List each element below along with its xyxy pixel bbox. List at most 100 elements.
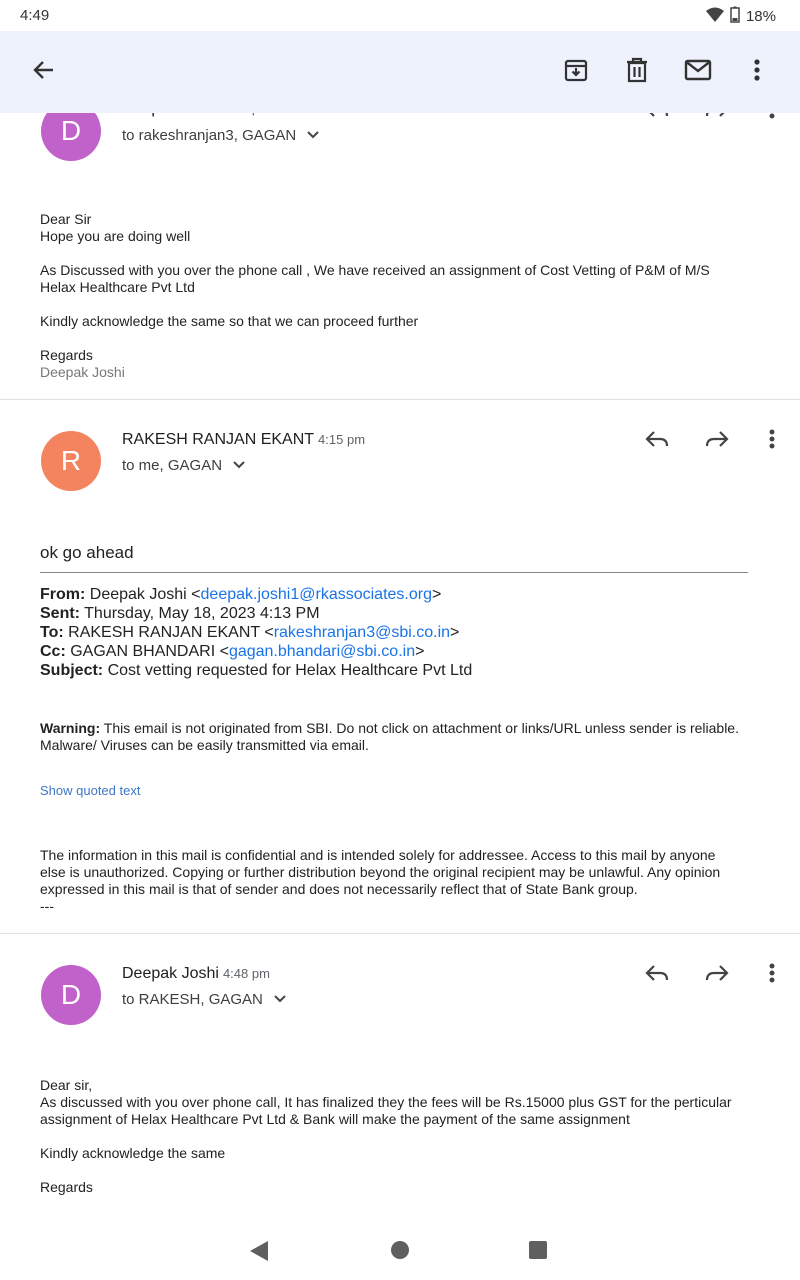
wifi-icon <box>705 7 724 27</box>
sender-label: Deepak Joshi <box>122 965 219 982</box>
more-vert-icon <box>769 429 775 454</box>
recipients-toggle[interactable]: to RAKESH, GAGAN <box>122 991 287 1008</box>
more-vert-icon <box>754 58 760 86</box>
from-end: > <box>432 586 442 603</box>
reply-text: ok go ahead <box>40 543 134 562</box>
top-app-bar <box>0 31 800 113</box>
quoted-from: From: Deepak Joshi <deepak.joshi1@rkasso… <box>40 585 760 604</box>
disclaimer-line: expressed in this mail is that of sender… <box>40 881 638 897</box>
chevron-down-icon <box>232 457 246 474</box>
nav-home-button[interactable] <box>390 1240 410 1265</box>
to-label: To: <box>40 624 64 641</box>
archive-button[interactable] <box>558 54 594 90</box>
message-divider <box>0 399 800 400</box>
from-label: From: <box>40 586 86 603</box>
status-time: 4:49 <box>20 7 50 24</box>
avatar: R <box>41 431 101 491</box>
message-more-button[interactable] <box>752 955 792 995</box>
avatar: D <box>41 965 101 1025</box>
battery-level: 18% <box>745 8 776 25</box>
disclaimer-line: The information in this mail is confiden… <box>40 847 716 863</box>
warning-line: Malware/ Viruses can be easily transmitt… <box>40 737 369 753</box>
warning-line: Warning: This email is not originated fr… <box>40 720 760 737</box>
quoted-subject: Subject: Cost vetting requested for Hela… <box>40 661 760 680</box>
body-line: Regards <box>40 347 93 363</box>
cc-name: GAGAN BHANDARI < <box>70 643 229 660</box>
recipients-toggle[interactable]: to me, GAGAN <box>122 457 246 474</box>
back-button[interactable] <box>26 54 62 90</box>
body-line: Dear sir, <box>40 1077 93 1093</box>
nav-back-button[interactable] <box>248 1240 270 1267</box>
subject-value: Cost vetting requested for Helax Healthc… <box>107 662 473 679</box>
body-line: Hope you are doing well <box>40 228 191 244</box>
recipients-label: to rakeshranjan3, GAGAN <box>122 127 297 144</box>
forward-icon <box>704 963 730 988</box>
from-name: Deepak Joshi < <box>89 586 201 603</box>
reply-icon <box>644 429 670 454</box>
battery-icon <box>730 6 740 27</box>
body-line: Kindly acknowledge the same so that we c… <box>40 313 419 329</box>
cc-end: > <box>415 643 425 660</box>
recipients-label: to me, GAGAN <box>122 457 223 474</box>
reply-button[interactable] <box>637 955 677 995</box>
message-divider <box>0 933 800 934</box>
reply-button[interactable] <box>637 421 677 461</box>
arrow-back-icon <box>32 58 56 87</box>
body-line: Helax Healthcare Pvt Ltd <box>40 279 195 295</box>
body-line: As Discussed with you over the phone cal… <box>40 262 710 278</box>
to-end: > <box>450 624 460 641</box>
to-email-link[interactable]: rakeshranjan3@sbi.co.in <box>274 624 450 641</box>
warning-label: Warning: <box>40 720 101 736</box>
archive-icon <box>563 57 589 88</box>
delete-button[interactable] <box>619 54 655 90</box>
more-vert-icon <box>769 963 775 988</box>
disclaimer-line: --- <box>40 898 54 914</box>
circle-home-icon <box>390 1241 410 1264</box>
message-actions <box>637 955 792 995</box>
body-line: Regards <box>40 1179 93 1195</box>
recipients-toggle[interactable]: to rakeshranjan3, GAGAN <box>122 127 320 144</box>
cc-email-link[interactable]: gagan.bhandari@sbi.co.in <box>229 643 415 660</box>
body-line: As discussed with you over phone call, I… <box>40 1094 732 1110</box>
sent-label: Sent: <box>40 605 80 622</box>
quoted-header: From: Deepak Joshi <deepak.joshi1@rkasso… <box>40 585 760 680</box>
trash-icon <box>625 57 649 88</box>
chevron-down-icon <box>306 127 320 144</box>
mark-unread-button[interactable] <box>680 54 716 90</box>
cc-label: Cc: <box>40 643 66 660</box>
sender-name: RAKESH RANJAN EKANT 4:15 pm <box>122 431 365 449</box>
more-options-button[interactable] <box>739 54 775 90</box>
sender-name: Deepak Joshi 4:48 pm <box>122 965 270 983</box>
warning-block: Warning: This email is not originated fr… <box>40 720 760 754</box>
message-body: Dear sir, As discussed with you over pho… <box>40 1077 760 1196</box>
quoted-sent: Sent: Thursday, May 18, 2023 4:13 PM <box>40 604 760 623</box>
body-line: Kindly acknowledge the same <box>40 1145 226 1161</box>
disclaimer: The information in this mail is confiden… <box>40 847 760 915</box>
recipients-label: to RAKESH, GAGAN <box>122 991 263 1008</box>
body-line: assignment of Helax Healthcare Pvt Ltd &… <box>40 1111 630 1127</box>
signature: Deepak Joshi <box>40 364 125 380</box>
disclaimer-line: else is unauthorized. Copying or further… <box>40 864 721 880</box>
warning-text: This email is not originated from SBI. D… <box>103 720 739 736</box>
forward-button[interactable] <box>697 955 737 995</box>
quoted-cc: Cc: GAGAN BHANDARI <gagan.bhandari@sbi.c… <box>40 642 760 661</box>
chevron-down-icon <box>273 991 287 1008</box>
reply-icon <box>644 963 670 988</box>
message-time: 4:15 pm <box>318 432 366 447</box>
message-more-button[interactable] <box>752 421 792 461</box>
from-email-link[interactable]: deepak.joshi1@rkassociates.org <box>201 586 432 603</box>
subject-label: Subject: <box>40 662 104 679</box>
quoted-to: To: RAKESH RANJAN EKANT <rakeshranjan3@s… <box>40 623 760 642</box>
forward-button[interactable] <box>697 421 737 461</box>
forward-icon <box>704 429 730 454</box>
message-actions <box>637 421 792 461</box>
nav-recents-button[interactable] <box>528 1240 548 1265</box>
sent-value: Thursday, May 18, 2023 4:13 PM <box>84 605 320 622</box>
triangle-back-icon <box>248 1241 270 1266</box>
mail-icon <box>684 59 712 86</box>
status-bar: 4:49 18% <box>0 0 800 31</box>
message-time: 4:48 pm <box>222 966 270 981</box>
show-quoted-text-link[interactable]: Show quoted text <box>40 783 140 798</box>
sender-label: RAKESH RANJAN EKANT <box>122 431 315 448</box>
body-line: Dear Sir <box>40 211 92 227</box>
